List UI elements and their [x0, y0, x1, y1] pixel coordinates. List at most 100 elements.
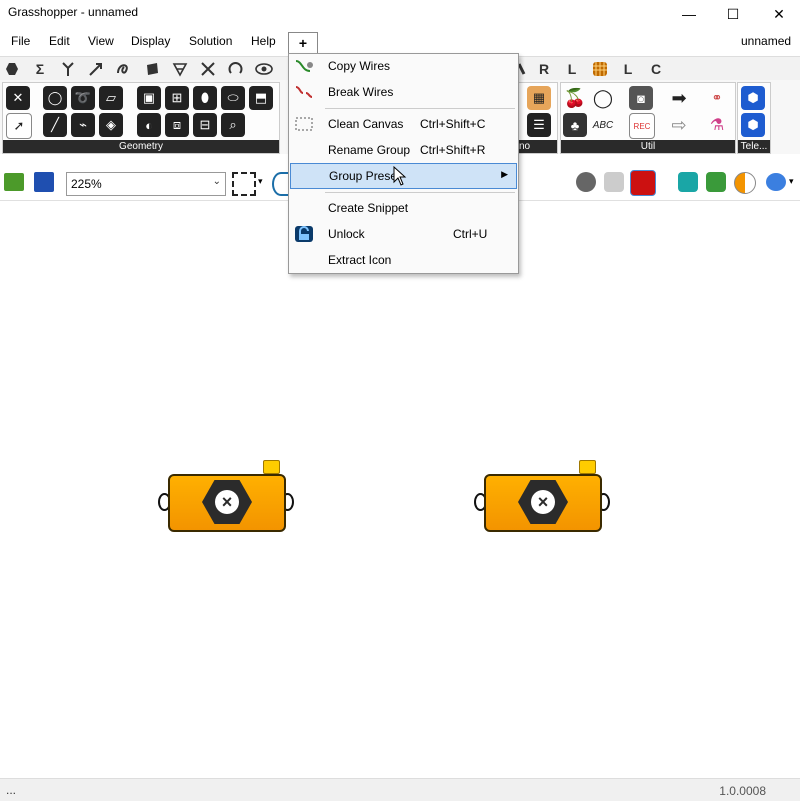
hexagon-icon: × — [202, 480, 252, 524]
geometry-cache-icon[interactable]: ⬒ — [249, 86, 273, 110]
tab-c-icon[interactable]: C — [647, 60, 665, 78]
status-bar: ... 1.0.0008 — [0, 778, 800, 801]
arrow-right-light-icon[interactable]: ⇨ — [667, 113, 691, 137]
geometry-pipeline-icon[interactable]: ⌕ — [221, 113, 245, 137]
component-flag-icon — [579, 460, 596, 474]
grid-tray-icon[interactable]: ☰ — [527, 113, 551, 137]
menu-display[interactable]: Display — [131, 34, 170, 48]
vector-tab-icon[interactable] — [87, 60, 105, 78]
ring-icon[interactable]: ◯ — [591, 86, 615, 110]
tab-l-icon[interactable]: L — [563, 60, 581, 78]
twisted-box-icon[interactable]: ⧈ — [165, 113, 189, 137]
menu-file[interactable]: File — [11, 34, 30, 48]
tab-waffle-icon[interactable] — [591, 60, 609, 78]
mesh-face-icon[interactable]: ◐ — [137, 113, 161, 137]
record-icon[interactable]: REC — [629, 113, 655, 139]
pills-icon[interactable]: ⚭ — [705, 86, 729, 110]
gumball-icon[interactable] — [734, 172, 756, 194]
cup-icon[interactable]: ◙ — [629, 86, 653, 110]
menu-solution[interactable]: Solution — [189, 34, 232, 48]
maximize-button[interactable]: ☐ — [710, 0, 756, 28]
display-tab-icon[interactable] — [255, 60, 273, 78]
params-tab-icon[interactable] — [3, 60, 21, 78]
context-menu: Copy Wires Break Wires Clean Canvas Ctrl… — [288, 53, 519, 274]
menu-item-rename-group[interactable]: Rename Group Ctrl+Shift+R — [290, 138, 517, 162]
plane-param-icon[interactable]: ◈ — [99, 113, 123, 137]
minimize-button[interactable]: — — [666, 0, 712, 28]
menu-item-copy-wires[interactable]: Copy Wires — [290, 54, 517, 78]
util-panel-label: Util — [561, 140, 735, 153]
circle-param-icon[interactable]: ◯ — [43, 86, 67, 110]
flask-icon[interactable]: ⚗ — [705, 113, 729, 137]
unlock-icon — [295, 226, 313, 242]
mesh-param-icon[interactable]: ⊞ — [165, 86, 189, 110]
add-menu-button[interactable]: + — [288, 32, 318, 53]
transform-param-icon[interactable]: ⊟ — [193, 113, 217, 137]
menu-help[interactable]: Help — [251, 34, 276, 48]
mesh-settings-icon[interactable] — [706, 172, 726, 192]
menu-item-clean-canvas[interactable]: Clean Canvas Ctrl+Shift+C — [290, 112, 517, 136]
component-node[interactable]: × — [484, 474, 602, 532]
display-settings-dropdown-icon[interactable]: ▾ — [789, 176, 794, 187]
point-param-icon[interactable]: ➚ — [6, 113, 32, 139]
menu-item-label: Unlock — [328, 227, 365, 241]
menu-item-label: Rename Group — [328, 143, 411, 157]
delete-param-icon[interactable]: ✕ — [6, 86, 30, 110]
transform-tab-icon[interactable] — [227, 60, 245, 78]
line-param-icon[interactable]: ╱ — [43, 113, 67, 137]
version-label: 1.0.0008 — [719, 784, 766, 798]
tree-icon[interactable]: ♣ — [563, 113, 587, 137]
open-file-icon[interactable] — [4, 173, 24, 191]
menu-separator — [325, 192, 515, 193]
menu-item-extract-icon[interactable]: Extract Icon — [290, 248, 517, 272]
maths-tab-icon[interactable]: Σ — [31, 60, 49, 78]
text-tag-icon[interactable]: ABC — [591, 113, 615, 137]
menu-item-create-snippet[interactable]: Create Snippet — [290, 196, 517, 220]
menu-item-label: Clean Canvas — [328, 117, 404, 131]
surface-tab-icon[interactable] — [143, 60, 161, 78]
zoom-select[interactable]: 225% ⌄ — [66, 172, 226, 196]
tele-hex2-icon[interactable]: ⬢ — [741, 113, 765, 137]
menu-item-break-wires[interactable]: Break Wires — [290, 80, 517, 104]
curve-tab-icon[interactable] — [115, 60, 133, 78]
menu-edit[interactable]: Edit — [49, 34, 70, 48]
display-settings-icon[interactable] — [766, 173, 786, 191]
close-button[interactable]: ✕ — [756, 0, 800, 28]
curve-param-icon[interactable]: ➰ — [71, 86, 95, 110]
field-param-icon[interactable]: ⬭ — [221, 86, 245, 110]
partial-panel-label: no — [517, 140, 557, 153]
selected-only-icon[interactable] — [678, 172, 698, 192]
wireframe-icon[interactable] — [604, 172, 624, 192]
box-param-icon[interactable]: ▣ — [137, 86, 161, 110]
sets-tab-icon[interactable] — [59, 60, 77, 78]
close-icon: × — [531, 490, 555, 514]
partial-panel: ▦ ☰ no — [516, 82, 558, 154]
cherry-icon[interactable]: 🍒 — [563, 86, 587, 110]
component-node[interactable]: × — [168, 474, 286, 532]
surface-param-icon[interactable]: ▱ — [99, 86, 123, 110]
save-file-icon[interactable] — [34, 172, 54, 192]
menu-view[interactable]: View — [88, 34, 114, 48]
tab-l2-icon[interactable]: L — [619, 60, 637, 78]
menu-item-label: Break Wires — [328, 85, 394, 99]
waffle-icon[interactable]: ▦ — [527, 86, 551, 110]
mesh-tab-icon[interactable] — [171, 60, 189, 78]
status-text: ... — [6, 783, 17, 797]
polyline-param-icon[interactable]: ⌁ — [71, 113, 95, 137]
title-bar: Grasshopper - unnamed — ☐ ✕ — [0, 0, 800, 28]
close-icon: × — [215, 490, 239, 514]
intersect-tab-icon[interactable] — [199, 60, 217, 78]
arrow-right-dark-icon[interactable]: ➡ — [667, 86, 691, 110]
clean-canvas-icon — [295, 117, 313, 131]
canvas[interactable]: × × — [0, 201, 800, 778]
preview-mode-icon[interactable] — [576, 172, 596, 192]
zoom-extents-dropdown-icon[interactable]: ▾ — [258, 176, 263, 187]
menu-item-unlock[interactable]: Unlock Ctrl+U — [290, 222, 517, 246]
break-wires-icon — [295, 86, 313, 98]
tab-r-icon[interactable]: R — [535, 60, 553, 78]
shaded-preview-icon[interactable] — [630, 170, 656, 196]
tele-panel-label: Tele... — [738, 140, 770, 153]
zoom-extents-icon[interactable] — [232, 172, 256, 196]
brep-param-icon[interactable]: ⬮ — [193, 86, 217, 110]
tele-hex-icon[interactable]: ⬢ — [741, 86, 765, 110]
